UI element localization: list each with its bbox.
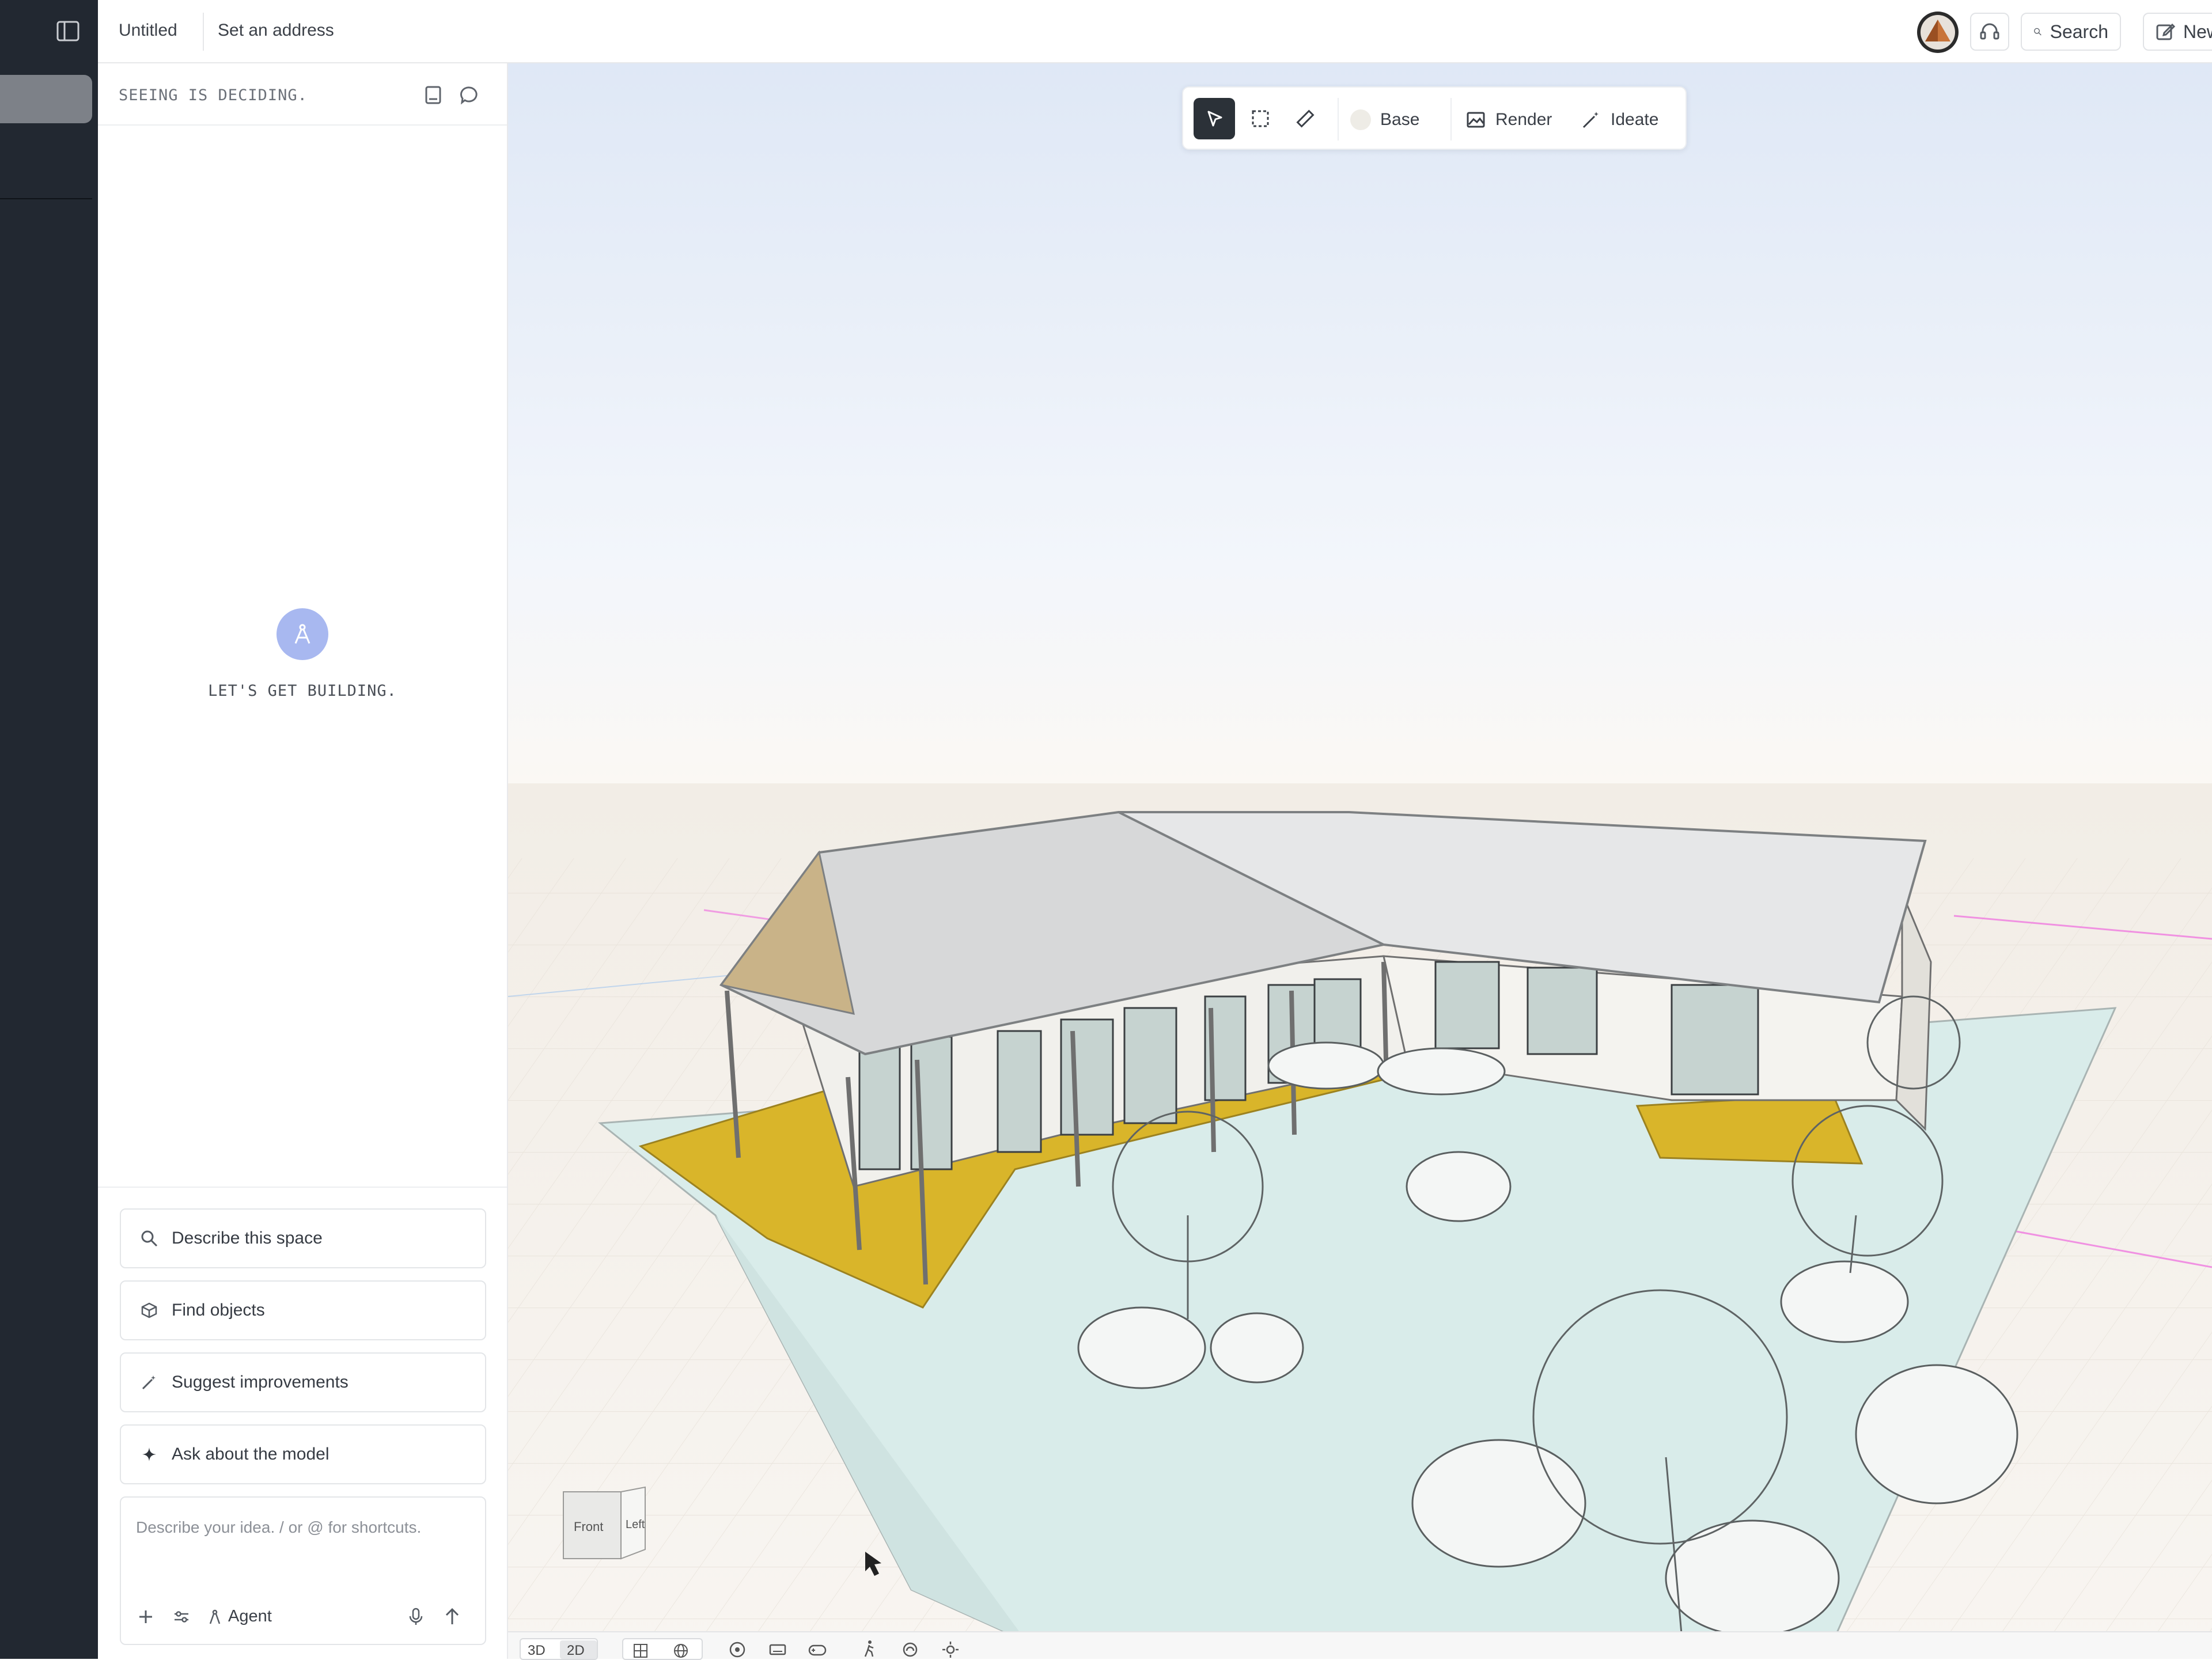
suggestion-improvements[interactable]: Suggest improvements	[120, 1352, 486, 1412]
3d-viewport[interactable]: Base Render Ideate Front Left	[508, 63, 2212, 1659]
app-sidebar-rail	[0, 0, 98, 1659]
base-label: Base	[1380, 110, 1420, 129]
view-mode-toggle[interactable]: 3D 2D	[520, 1638, 598, 1660]
agent-mode-selector[interactable]: Agent	[209, 1607, 272, 1626]
suggestion-label: Find objects	[172, 1301, 265, 1320]
panel-header-title: SEEING IS DECIDING.	[119, 86, 308, 104]
search-label: Search	[2050, 21, 2108, 42]
sun-icon[interactable]	[941, 1640, 960, 1659]
sidebar-toggle-icon[interactable]	[56, 21, 79, 41]
title-divider	[203, 13, 204, 51]
viewport-toolbar: Base Render Ideate	[1182, 86, 1687, 150]
microphone-icon[interactable]	[408, 1607, 424, 1627]
chat-bubble-icon[interactable]	[460, 85, 479, 105]
search-button[interactable]: Search	[2021, 13, 2121, 51]
compass-icon	[209, 1609, 221, 1624]
suggestion-label: Describe this space	[172, 1229, 323, 1248]
base-mode-button[interactable]: Base	[1350, 104, 1454, 136]
compass-icon	[294, 624, 310, 644]
model-scene	[508, 63, 2212, 1659]
panel-header: SEEING IS DECIDING.	[98, 63, 507, 126]
measure-tool-button[interactable]	[1285, 98, 1326, 139]
notebook-icon[interactable]	[424, 85, 442, 105]
support-button[interactable]	[1970, 13, 2009, 51]
walk-icon[interactable]	[861, 1639, 878, 1659]
address-field[interactable]: Set an address	[218, 21, 334, 40]
rail-divider	[0, 198, 92, 199]
rail-selected-item[interactable]	[0, 75, 92, 123]
magic-wand-icon	[142, 1375, 156, 1390]
cube-icon	[141, 1302, 157, 1318]
toolbar-divider	[1450, 98, 1452, 141]
fingerprint-icon[interactable]	[901, 1640, 919, 1659]
document-title[interactable]: Untitled	[119, 21, 177, 40]
edit-icon	[2156, 23, 2175, 40]
search-icon	[141, 1230, 158, 1247]
empty-state-icon	[276, 608, 328, 660]
mode-3d[interactable]: 3D	[528, 1643, 546, 1659]
view-cube-front[interactable]: Front	[574, 1519, 603, 1534]
marquee-select-button[interactable]	[1240, 98, 1281, 139]
top-bar: Untitled Set an address Search New	[56, 0, 2212, 63]
magic-wand-icon	[1582, 112, 1599, 128]
assistant-panel: SEEING IS DECIDING. LET'S GET BUILDING. …	[98, 63, 508, 1659]
send-arrow-icon[interactable]	[444, 1607, 461, 1627]
ideate-label: Ideate	[1611, 110, 1659, 129]
prompt-input-box[interactable]: Describe your idea. / or @ for shortcuts…	[120, 1496, 486, 1645]
ideate-button[interactable]: Ideate	[1581, 104, 1679, 136]
render-button[interactable]: Render	[1465, 104, 1563, 136]
panel-divider	[98, 1187, 507, 1188]
bottom-toolbar: 3D 2D	[508, 1631, 2212, 1660]
keyboard-icon[interactable]	[768, 1640, 787, 1659]
view-cube[interactable]: Front Left	[561, 1486, 653, 1561]
image-icon	[1467, 112, 1485, 128]
toolbar-divider	[1338, 98, 1339, 141]
sparkle-icon	[142, 1447, 156, 1461]
search-icon	[2034, 28, 2041, 36]
suggestion-label: Ask about the model	[172, 1445, 329, 1464]
suggestion-describe-space[interactable]: Describe this space	[120, 1208, 486, 1268]
new-button[interactable]: New	[2143, 13, 2212, 51]
new-label: New	[2183, 21, 2212, 42]
empty-state-text: LET'S GET BUILDING.	[208, 682, 397, 700]
grid-icon	[634, 1644, 647, 1658]
headset-icon	[1980, 23, 1999, 40]
view-cube-left[interactable]: Left	[626, 1518, 645, 1532]
orbit-icon[interactable]	[728, 1640, 747, 1659]
suggestion-label: Suggest improvements	[172, 1373, 349, 1392]
mode-2d[interactable]: 2D	[567, 1643, 585, 1659]
grid-globe-toggle[interactable]	[622, 1638, 703, 1660]
ruler-icon	[1296, 109, 1315, 128]
suggestion-find-objects[interactable]: Find objects	[120, 1280, 486, 1340]
gamepad-icon[interactable]	[808, 1640, 827, 1659]
suggestion-ask-model[interactable]: Ask about the model	[120, 1424, 486, 1484]
user-avatar[interactable]	[1917, 12, 1959, 53]
render-label: Render	[1495, 110, 1552, 129]
plus-icon[interactable]	[137, 1608, 154, 1625]
agent-mode-label: Agent	[228, 1607, 272, 1625]
prompt-input-placeholder[interactable]: Describe your idea. / or @ for shortcuts…	[136, 1518, 421, 1537]
settings-sliders-icon[interactable]	[173, 1608, 190, 1625]
base-thumbnail-icon	[1350, 109, 1371, 130]
select-tool-button[interactable]	[1194, 98, 1235, 139]
cursor-arrow-icon	[1207, 111, 1222, 127]
marquee-icon	[1252, 110, 1269, 127]
globe-icon	[674, 1644, 688, 1658]
